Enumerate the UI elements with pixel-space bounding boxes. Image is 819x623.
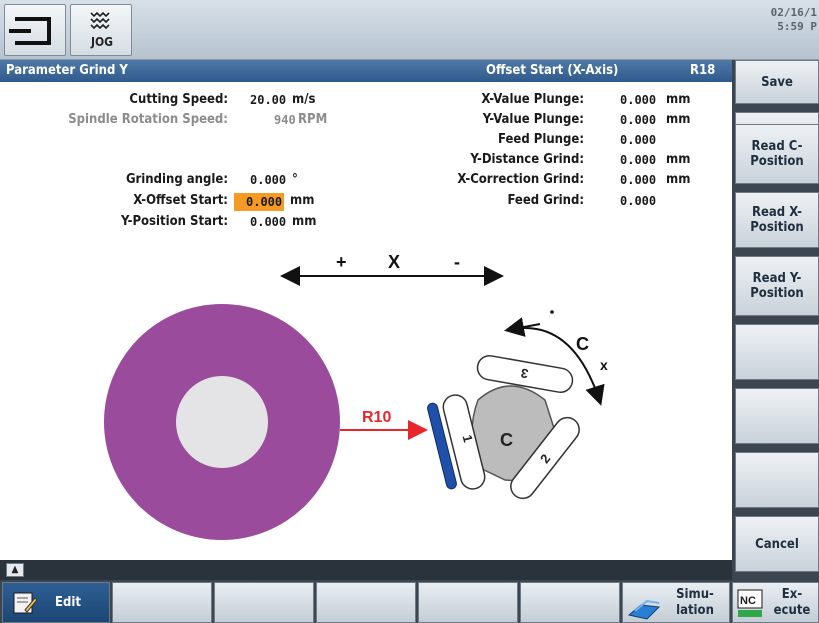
c-tick-label: x <box>600 357 608 373</box>
grinding-diagram: + X - R10 C 1 3 2 C x <box>104 252 608 540</box>
field-value: 940 <box>274 113 296 127</box>
field-x-offset-start: X-Offset Start: 0.000 mm <box>0 193 360 211</box>
field-value[interactable]: 0.000 <box>620 113 656 127</box>
execute-button[interactable]: NC Ex-ecute <box>732 582 819 623</box>
field-y-distance-grind: Y-Distance Grind: 0.000 mm <box>380 152 720 170</box>
nc-execute-icon: NC <box>737 589 763 617</box>
field-unit: mm <box>292 214 317 229</box>
parameter-header: Parameter Grind Y Offset Start (X-Axis) … <box>0 60 732 82</box>
x-plus-label: + <box>336 252 347 272</box>
top-bar: JOG 02/16/1 5:59 P <box>0 0 819 60</box>
field-value[interactable]: 0.000 <box>620 93 656 107</box>
c-axis-label: C <box>576 334 589 354</box>
field-label: Y-Value Plunge: <box>482 112 584 127</box>
vertical-softkey-bar: Save Read C-Position Read X-Position Rea… <box>732 60 819 580</box>
field-x-value-plunge: X-Value Plunge: 0.000 mm <box>380 92 720 110</box>
save-button[interactable]: Save <box>735 60 819 104</box>
field-unit: m/s <box>292 92 316 107</box>
machine-icon <box>9 17 51 45</box>
page-title: Parameter Grind Y <box>6 63 128 78</box>
x-axis-label: X <box>388 252 400 272</box>
field-unit: mm <box>666 152 691 167</box>
field-spindle-speed: Spindle Rotation Speed: 940 RPM <box>0 112 360 130</box>
c-tick-dot <box>550 310 554 314</box>
field-value[interactable]: 0.000 <box>620 133 656 147</box>
edit-icon <box>13 592 37 614</box>
field-label: Grinding angle: <box>125 172 228 187</box>
field-y-value-plunge: Y-Value Plunge: 0.000 mm <box>380 112 720 130</box>
field-value[interactable]: 0.000 <box>620 173 656 187</box>
scroll-up-icon: ▲ <box>11 564 19 575</box>
field-label: X-Offset Start: <box>133 193 228 208</box>
field-unit: RPM <box>298 112 328 127</box>
field-label: Feed Grind: <box>507 193 584 208</box>
machine-area-button[interactable] <box>4 4 66 56</box>
field-value[interactable]: 0.000 <box>250 173 286 187</box>
svg-text:NC: NC <box>740 595 756 607</box>
field-label: Feed Plunge: <box>498 132 584 147</box>
read-c-position-button[interactable]: Read C-Position <box>735 124 819 184</box>
field-label: Spindle Rotation Speed: <box>68 112 228 127</box>
field-grinding-angle: Grinding angle: 0.000 ° <box>0 172 360 190</box>
field-unit: mm <box>666 92 691 107</box>
radius-label: R10 <box>362 409 391 426</box>
status-code: R18 <box>690 63 716 78</box>
field-unit: mm <box>666 172 691 187</box>
field-y-position-start: Y-Position Start: 0.000 mm <box>0 214 360 232</box>
field-feed-plunge: Feed Plunge: 0.000 <box>380 132 720 150</box>
field-label: X-Value Plunge: <box>481 92 584 107</box>
field-label: Y-Position Start: <box>121 214 228 229</box>
simulation-button[interactable]: Simu-lation <box>622 582 730 623</box>
field-unit: mm <box>666 112 691 127</box>
softkey-horizontal-6[interactable] <box>520 582 620 623</box>
status-text: Offset Start (X-Axis) <box>486 63 619 78</box>
simulation-icon <box>627 599 661 620</box>
read-x-position-button[interactable]: Read X-Position <box>735 192 819 248</box>
field-unit: mm <box>290 193 315 208</box>
scroll-up-button[interactable]: ▲ <box>6 563 24 577</box>
edit-button[interactable]: Edit <box>2 582 110 623</box>
simulation-label: Simu-lation <box>676 587 714 618</box>
cancel-button[interactable]: Cancel <box>735 516 819 572</box>
field-value[interactable]: 0.000 <box>250 215 286 229</box>
tool-c-label: C <box>500 430 513 450</box>
softkey-horizontal-4[interactable] <box>316 582 416 623</box>
x-offset-start-input[interactable]: 0.000 <box>234 193 284 211</box>
date-text: 02/16/1 <box>770 6 817 19</box>
field-value[interactable]: 0.000 <box>620 194 656 208</box>
field-value[interactable]: 0.000 <box>620 153 656 167</box>
field-label: X-Correction Grind: <box>457 172 584 187</box>
mode-label: JOG <box>90 35 114 49</box>
execute-label: Ex-ecute <box>773 587 811 618</box>
jog-mode-button[interactable]: JOG <box>70 4 132 56</box>
softkey-horizontal-3[interactable] <box>214 582 314 623</box>
edit-label: Edit <box>55 595 81 610</box>
softkey-vertical-7[interactable] <box>735 388 819 444</box>
jog-icon <box>90 11 110 30</box>
read-y-position-button[interactable]: Read Y-Position <box>735 256 819 316</box>
field-x-correction-grind: X-Correction Grind: 0.000 mm <box>380 172 720 190</box>
field-label: Y-Distance Grind: <box>470 152 584 167</box>
softkey-horizontal-5[interactable] <box>418 582 518 623</box>
x-minus-label: - <box>454 252 460 272</box>
field-unit: ° <box>292 172 298 187</box>
softkey-horizontal-2[interactable] <box>112 582 212 623</box>
datetime: 02/16/1 5:59 P <box>771 6 817 34</box>
horizontal-softkey-bar: Edit Simu-lation NC Ex-ecute <box>0 580 819 623</box>
grinding-wheel-bore <box>176 376 268 468</box>
parameter-form: Cutting Speed: 20.00 m/s Spindle Rotatio… <box>0 82 732 560</box>
field-feed-grind: Feed Grind: 0.000 <box>380 193 720 211</box>
field-value[interactable]: 20.00 <box>250 93 286 107</box>
time-text: 5:59 P <box>777 20 817 33</box>
softkey-vertical-6[interactable] <box>735 324 819 380</box>
field-label: Cutting Speed: <box>129 92 228 107</box>
softkey-vertical-8[interactable] <box>735 452 819 508</box>
scroll-strip <box>0 560 732 580</box>
field-cutting-speed: Cutting Speed: 20.00 m/s <box>0 92 360 110</box>
